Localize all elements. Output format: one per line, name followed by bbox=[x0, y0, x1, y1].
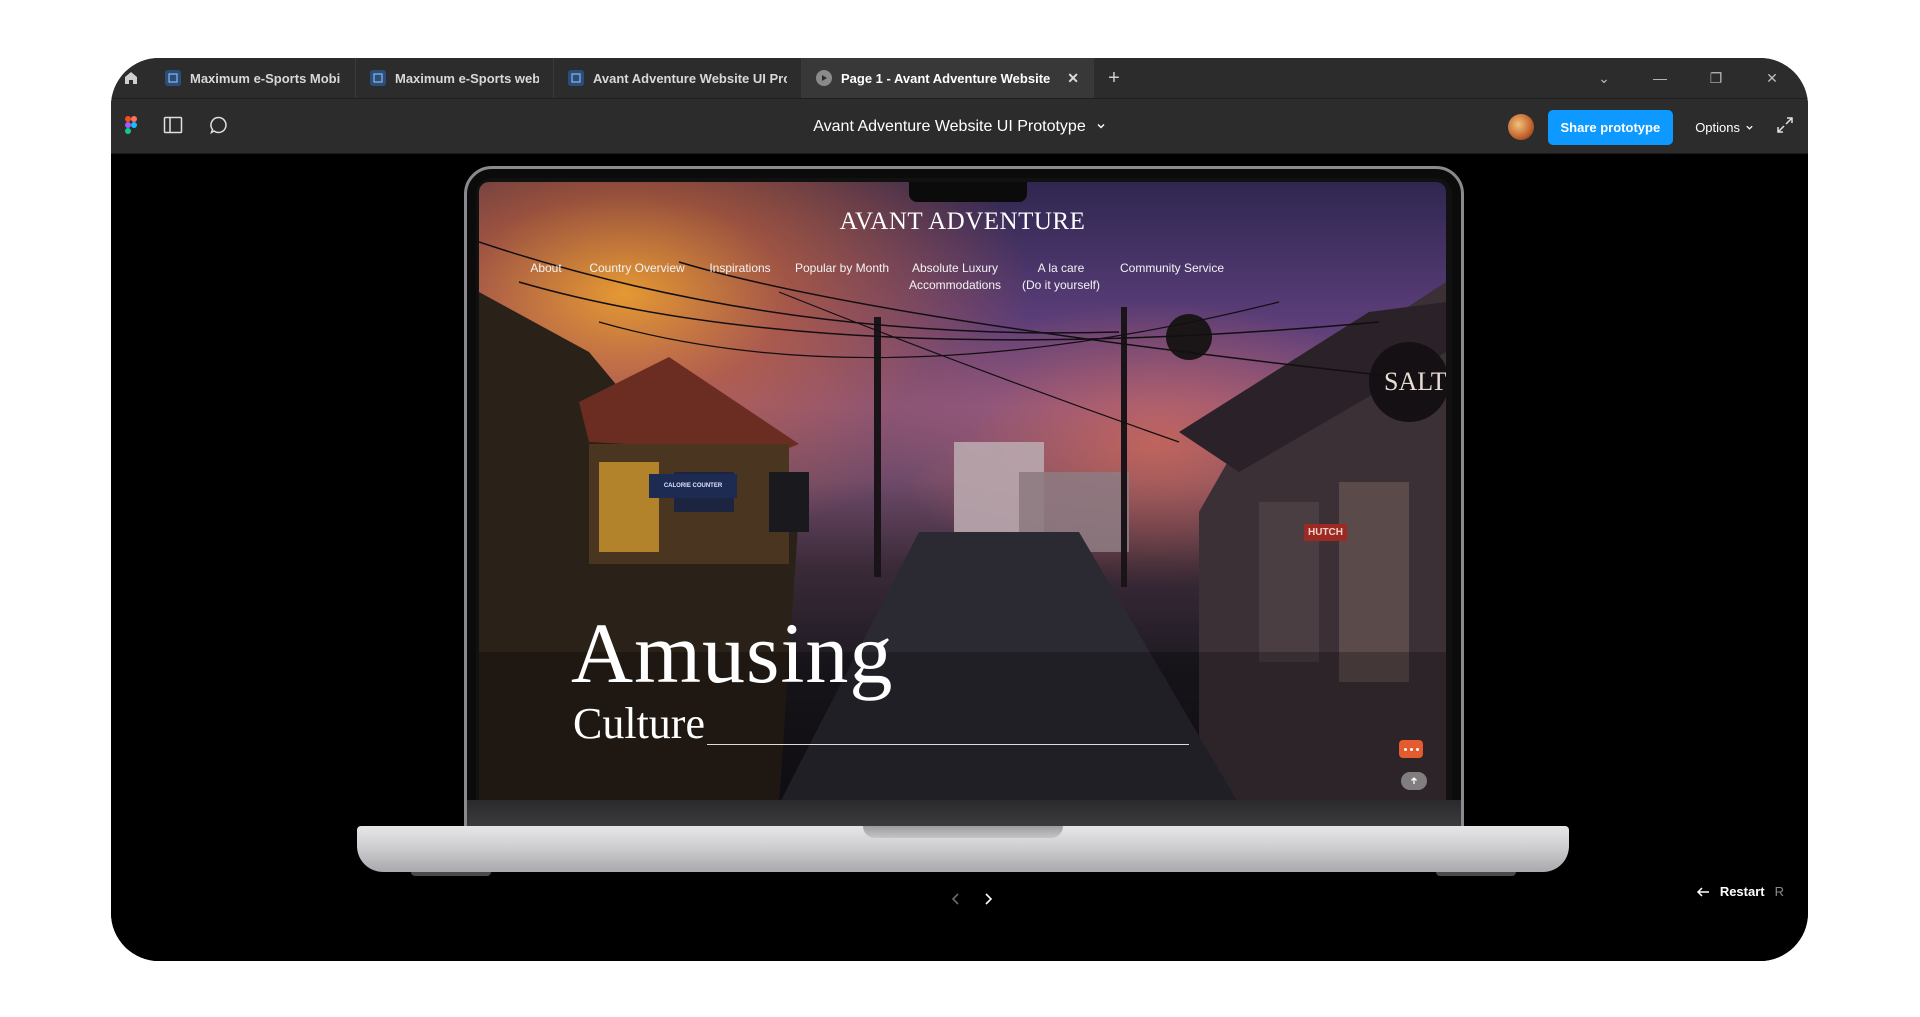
chat-icon[interactable] bbox=[1399, 740, 1423, 758]
nav-inspirations[interactable]: Inspirations bbox=[709, 260, 770, 277]
options-button[interactable]: Options bbox=[1687, 120, 1762, 135]
figma-file-icon bbox=[370, 70, 386, 86]
tab-page-1-prototype[interactable]: Page 1 - Avant Adventure Website UI Pr ✕ bbox=[802, 58, 1094, 98]
avatar[interactable] bbox=[1507, 114, 1534, 140]
prototype-screen[interactable]: CALORIE COUNTER SALT HUTCH AVANT ADVENTU… bbox=[479, 182, 1446, 804]
laptop-foot bbox=[1436, 872, 1516, 876]
toolbar-left bbox=[125, 99, 229, 155]
new-tab-button[interactable]: + bbox=[1094, 67, 1134, 90]
nav-about[interactable]: About bbox=[530, 260, 561, 277]
chevron-down-icon: ⌄ bbox=[1598, 69, 1610, 86]
restore-icon: ❐ bbox=[1709, 69, 1723, 86]
minimize-button[interactable]: — bbox=[1632, 58, 1688, 98]
restart-arrow-icon bbox=[1696, 886, 1709, 897]
hero-title: Amusing bbox=[571, 605, 894, 701]
sidebar-toggle-icon[interactable] bbox=[163, 115, 183, 140]
figma-window: Maximum e-Sports Mobile UI Maximum e-Spo… bbox=[111, 58, 1808, 961]
tab-maximum-website[interactable]: Maximum e-Sports website bbox=[356, 58, 554, 98]
comment-icon[interactable] bbox=[209, 115, 229, 140]
figma-logo-icon[interactable] bbox=[125, 115, 137, 139]
hero-divider bbox=[707, 744, 1189, 745]
close-icon[interactable]: ✕ bbox=[1067, 70, 1079, 87]
tab-label: Avant Adventure Website UI Prototype bbox=[593, 70, 787, 86]
restart-label: Restart bbox=[1719, 884, 1765, 899]
laptop-bezel-bottom bbox=[467, 800, 1461, 826]
home-icon bbox=[125, 72, 137, 84]
frame-pager bbox=[947, 890, 997, 908]
share-prototype-button[interactable]: Share prototype bbox=[1547, 109, 1674, 145]
home-tab[interactable] bbox=[111, 58, 151, 98]
chevron-down-icon[interactable] bbox=[1096, 118, 1106, 136]
restart-shortcut: R bbox=[1774, 884, 1784, 899]
prototype-canvas: CALORIE COUNTER SALT HUTCH AVANT ADVENTU… bbox=[111, 154, 1808, 961]
restart-button[interactable]: Restart R bbox=[1696, 884, 1784, 899]
file-title[interactable]: Avant Adventure Website UI Prototype bbox=[813, 118, 1085, 136]
prototype-toolbar: Avant Adventure Website UI Prototype Sha… bbox=[111, 98, 1808, 154]
calorie-counter-sign: CALORIE COUNTER bbox=[649, 474, 737, 498]
figma-file-icon bbox=[165, 70, 181, 86]
arrow-up-icon bbox=[1411, 777, 1417, 784]
laptop-foot bbox=[411, 872, 491, 876]
toolbar-right: Share prototype Options bbox=[1507, 99, 1795, 155]
previous-frame-button[interactable] bbox=[947, 890, 965, 908]
hero-subtitle: Culture bbox=[573, 699, 705, 748]
tab-label: Maximum e-Sports website bbox=[395, 70, 539, 86]
nav-popular-by-month[interactable]: Popular by Month bbox=[795, 260, 889, 277]
options-label: Options bbox=[1695, 119, 1740, 135]
restore-button[interactable]: ❐ bbox=[1688, 58, 1744, 98]
laptop-base-notch bbox=[863, 826, 1063, 838]
next-frame-button[interactable] bbox=[979, 890, 997, 908]
tab-label: Page 1 - Avant Adventure Website UI Pr bbox=[841, 70, 1052, 86]
camera-notch bbox=[909, 182, 1027, 202]
chevron-left-icon bbox=[951, 893, 959, 905]
tab-bar: Maximum e-Sports Mobile UI Maximum e-Spo… bbox=[111, 58, 1808, 98]
close-window-button[interactable]: ✕ bbox=[1744, 58, 1800, 98]
salt-sign: SALT bbox=[1384, 367, 1446, 396]
nav-country-overview[interactable]: Country Overview bbox=[589, 260, 684, 277]
window-controls: ⌄ — ❐ ✕ bbox=[1576, 58, 1800, 98]
chevron-right-icon bbox=[985, 893, 993, 905]
tab-maximum-mobile[interactable]: Maximum e-Sports Mobile UI bbox=[151, 58, 356, 98]
fullscreen-icon[interactable] bbox=[1776, 116, 1794, 139]
figma-file-icon bbox=[568, 70, 584, 86]
scroll-top-button[interactable] bbox=[1401, 772, 1427, 790]
nav-community-service[interactable]: Community Service bbox=[1120, 260, 1224, 277]
hutch-sign: HUTCH bbox=[1304, 524, 1347, 541]
chevron-down-icon bbox=[1746, 125, 1753, 130]
tab-avant-prototype[interactable]: Avant Adventure Website UI Prototype bbox=[554, 58, 802, 98]
site-brand[interactable]: AVANT ADVENTURE bbox=[479, 208, 1446, 236]
nav-a-la-care[interactable]: A la care (Do it yourself) bbox=[1022, 260, 1100, 294]
minimize-icon: — bbox=[1653, 70, 1667, 86]
plus-icon: + bbox=[1108, 66, 1120, 89]
nav-absolute-luxury[interactable]: Absolute Luxury Accommodations bbox=[909, 260, 1001, 294]
tab-list-button[interactable]: ⌄ bbox=[1576, 58, 1632, 98]
close-icon: ✕ bbox=[1766, 69, 1778, 86]
play-icon bbox=[816, 70, 832, 86]
tab-label: Maximum e-Sports Mobile UI bbox=[190, 70, 341, 86]
